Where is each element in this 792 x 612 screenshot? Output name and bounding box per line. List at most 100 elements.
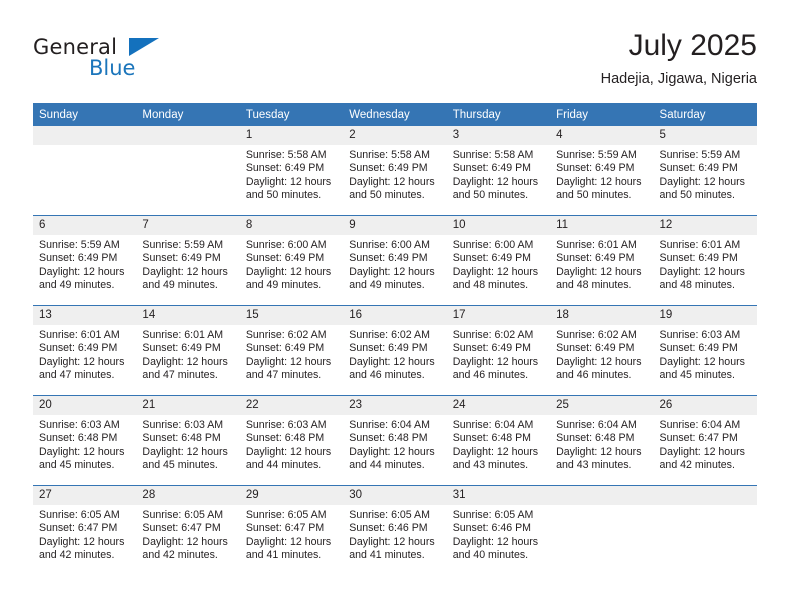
- calendar-day-cell[interactable]: 28 Sunrise: 6:05 AM Sunset: 6:47 PM Dayligh…: [136, 485, 240, 575]
- calendar-day-cell[interactable]: 15 Sunrise: 6:02 AM Sunset: 6:49 PM Dayligh…: [239, 305, 344, 396]
- day-sunrise-text: Sunrise: 6:01 AM: [142, 329, 224, 341]
- calendar-day-cell[interactable]: 11 Sunrise: 6:01 AM Sunset: 6:49 PM Dayligh…: [550, 215, 654, 306]
- calendar-day-cell[interactable]: 14 Sunrise: 6:01 AM Sunset: 6:49 PM Dayligh…: [136, 305, 240, 396]
- day-number: 10: [446, 216, 551, 235]
- calendar-day-cell[interactable]: 8 Sunrise: 6:00 AM Sunset: 6:49 PM Daylight…: [239, 215, 344, 306]
- calendar-day-cell[interactable]: 16 Sunrise: 6:02 AM Sunset: 6:49 PM Dayligh…: [343, 305, 447, 396]
- day-details: Sunrise: 6:00 AM Sunset: 6:49 PM Daylight:…: [240, 235, 343, 293]
- day-sunrise-text: Sunrise: 6:02 AM: [349, 329, 430, 341]
- calendar-day-cell[interactable]: 13 Sunrise: 6:01 AM Sunset: 6:49 PM Dayligh…: [33, 305, 137, 396]
- calendar-day-cell[interactable]: 22 Sunrise: 6:03 AM Sunset: 6:48 PM Dayligh…: [239, 395, 344, 486]
- day-sunrise-text: Sunrise: 6:05 AM: [142, 509, 224, 521]
- day-sunrise-text: Sunrise: 6:05 AM: [39, 509, 120, 521]
- calendar-day-cell[interactable]: 5 Sunrise: 5:59 AM Sunset: 6:49 PM Daylight…: [653, 126, 757, 216]
- day-daylight-line2-text: and 43 minutes.: [452, 459, 529, 472]
- day-daylight-line1-text: Daylight: 12 hours: [349, 175, 435, 188]
- day-number: [33, 126, 137, 145]
- calendar-day-cell[interactable]: 18 Sunrise: 6:02 AM Sunset: 6:49 PM Dayligh…: [550, 305, 654, 396]
- day-details: Sunrise: 6:00 AM Sunset: 6:49 PM Daylight:…: [343, 235, 446, 293]
- calendar-day-cell[interactable]: 17 Sunrise: 6:02 AM Sunset: 6:49 PM Dayligh…: [446, 305, 551, 396]
- day-sunset-text: Sunset: 6:49 PM: [452, 342, 532, 355]
- calendar-day-cell[interactable]: 26 Sunrise: 6:04 AM Sunset: 6:47 PM Dayligh…: [653, 395, 757, 486]
- day-sunset-text: Sunset: 6:49 PM: [659, 342, 738, 355]
- day-daylight-line1-text: Daylight: 12 hours: [556, 355, 642, 368]
- day-details: Sunrise: 6:05 AM Sunset: 6:46 PM Daylight:…: [343, 505, 446, 563]
- day-details: Sunrise: 6:03 AM Sunset: 6:48 PM Daylight:…: [136, 415, 239, 473]
- day-sunset-text: Sunset: 6:49 PM: [245, 252, 325, 265]
- day-daylight-line2-text: and 46 minutes.: [452, 369, 529, 382]
- day-details: Sunrise: 6:03 AM Sunset: 6:48 PM Daylight:…: [240, 415, 343, 473]
- day-sunset-text: Sunset: 6:48 PM: [39, 432, 118, 445]
- day-sunrise-text: Sunrise: 5:58 AM: [245, 149, 327, 161]
- day-sunset-text: Sunset: 6:49 PM: [245, 162, 325, 175]
- day-number: 24: [446, 396, 551, 415]
- day-cell-inner: [653, 486, 757, 575]
- calendar-day-cell[interactable]: 25 Sunrise: 6:04 AM Sunset: 6:48 PM Dayligh…: [550, 395, 654, 486]
- calendar-day-cell[interactable]: 1 Sunrise: 5:58 AM Sunset: 6:49 PM Daylight…: [239, 126, 344, 216]
- day-sunrise-text: Sunrise: 6:02 AM: [452, 329, 534, 341]
- day-number: 16: [343, 306, 447, 325]
- day-cell-inner: 19 Sunrise: 6:03 AM Sunset: 6:49 PM Dayligh…: [653, 306, 757, 395]
- day-details: Sunrise: 5:58 AM Sunset: 6:49 PM Daylight:…: [343, 145, 446, 203]
- day-daylight-line1-text: Daylight: 12 hours: [659, 445, 745, 458]
- day-sunset-text: Sunset: 6:47 PM: [142, 522, 221, 535]
- day-cell-inner: [550, 486, 654, 575]
- calendar-day-cell[interactable]: 12 Sunrise: 6:01 AM Sunset: 6:49 PM Dayligh…: [653, 215, 757, 306]
- weekday-header-sunday: Sunday: [33, 103, 137, 126]
- day-daylight-line2-text: and 50 minutes.: [245, 189, 322, 202]
- page-header: General Blue July 2025 Hadejia, Jigawa, …: [33, 28, 757, 98]
- day-number: 7: [136, 216, 240, 235]
- day-details: Sunrise: 6:02 AM Sunset: 6:49 PM Daylight:…: [343, 325, 446, 383]
- day-daylight-line2-text: and 46 minutes.: [556, 369, 632, 382]
- day-daylight-line1-text: Daylight: 12 hours: [556, 175, 642, 188]
- calendar-day-cell[interactable]: 9 Sunrise: 6:00 AM Sunset: 6:49 PM Daylight…: [343, 215, 447, 306]
- day-number: 26: [653, 396, 757, 415]
- day-daylight-line1-text: Daylight: 12 hours: [349, 265, 435, 278]
- calendar-day-cell-empty: [550, 485, 654, 575]
- day-cell-inner: 21 Sunrise: 6:03 AM Sunset: 6:48 PM Dayligh…: [136, 396, 240, 485]
- calendar-day-cell[interactable]: 27 Sunrise: 6:05 AM Sunset: 6:47 PM Dayligh…: [33, 485, 137, 575]
- calendar-day-cell[interactable]: 24 Sunrise: 6:04 AM Sunset: 6:48 PM Dayligh…: [446, 395, 551, 486]
- day-daylight-line2-text: and 45 minutes.: [39, 459, 115, 472]
- day-daylight-line2-text: and 43 minutes.: [556, 459, 632, 472]
- calendar-day-cell[interactable]: 30 Sunrise: 6:05 AM Sunset: 6:46 PM Dayligh…: [343, 485, 447, 575]
- calendar-day-cell[interactable]: 6 Sunrise: 5:59 AM Sunset: 6:49 PM Daylight…: [33, 215, 137, 306]
- day-daylight-line1-text: Daylight: 12 hours: [142, 355, 228, 368]
- day-sunrise-text: Sunrise: 6:03 AM: [245, 419, 327, 431]
- day-details: Sunrise: 6:05 AM Sunset: 6:46 PM Daylight:…: [447, 505, 550, 563]
- day-cell-inner: 3 Sunrise: 5:58 AM Sunset: 6:49 PM Daylight…: [446, 126, 551, 215]
- day-daylight-line1-text: Daylight: 12 hours: [452, 535, 539, 548]
- calendar-day-cell[interactable]: 31 Sunrise: 6:05 AM Sunset: 6:46 PM Dayligh…: [446, 485, 551, 575]
- calendar-day-cell-empty: [653, 485, 757, 575]
- calendar-day-cell[interactable]: 19 Sunrise: 6:03 AM Sunset: 6:49 PM Dayligh…: [653, 305, 757, 396]
- calendar-day-cell[interactable]: 7 Sunrise: 5:59 AM Sunset: 6:49 PM Daylight…: [136, 215, 240, 306]
- calendar-day-cell[interactable]: 29 Sunrise: 6:05 AM Sunset: 6:47 PM Dayligh…: [239, 485, 344, 575]
- calendar-day-cell[interactable]: 20 Sunrise: 6:03 AM Sunset: 6:48 PM Dayligh…: [33, 395, 137, 486]
- day-sunrise-text: Sunrise: 5:59 AM: [39, 239, 120, 251]
- day-number: 23: [343, 396, 447, 415]
- weekday-header-tuesday: Tuesday: [239, 103, 344, 126]
- calendar-day-cell[interactable]: 21 Sunrise: 6:03 AM Sunset: 6:48 PM Dayligh…: [136, 395, 240, 486]
- calendar-day-cell[interactable]: 3 Sunrise: 5:58 AM Sunset: 6:49 PM Daylight…: [446, 126, 551, 216]
- day-sunset-text: Sunset: 6:49 PM: [556, 342, 635, 355]
- day-cell-inner: 26 Sunrise: 6:04 AM Sunset: 6:47 PM Dayligh…: [653, 396, 757, 485]
- day-sunset-text: Sunset: 6:48 PM: [349, 432, 428, 445]
- day-daylight-line1-text: Daylight: 12 hours: [39, 535, 125, 548]
- page-title: July 2025: [628, 29, 757, 62]
- calendar-day-cell[interactable]: 23 Sunrise: 6:04 AM Sunset: 6:48 PM Dayligh…: [343, 395, 447, 486]
- day-daylight-line1-text: Daylight: 12 hours: [349, 355, 435, 368]
- day-number: 2: [343, 126, 447, 145]
- calendar-day-cell[interactable]: 10 Sunrise: 6:00 AM Sunset: 6:49 PM Dayligh…: [446, 215, 551, 306]
- day-cell-inner: 14 Sunrise: 6:01 AM Sunset: 6:49 PM Dayligh…: [136, 306, 240, 395]
- day-sunrise-text: Sunrise: 6:01 AM: [659, 239, 741, 251]
- day-sunset-text: Sunset: 6:49 PM: [349, 342, 428, 355]
- day-daylight-line1-text: Daylight: 12 hours: [245, 175, 332, 188]
- day-details: Sunrise: 6:01 AM Sunset: 6:49 PM Daylight:…: [33, 325, 136, 383]
- calendar-day-cell[interactable]: 4 Sunrise: 5:59 AM Sunset: 6:49 PM Daylight…: [550, 126, 654, 216]
- day-number: 11: [550, 216, 654, 235]
- calendar-day-cell[interactable]: 2 Sunrise: 5:58 AM Sunset: 6:49 PM Daylight…: [343, 126, 447, 216]
- day-daylight-line2-text: and 50 minutes.: [349, 189, 425, 202]
- calendar-page: General Blue July 2025 Hadejia, Jigawa, …: [0, 0, 792, 612]
- day-sunrise-text: Sunrise: 6:02 AM: [556, 329, 637, 341]
- day-daylight-line2-text: and 50 minutes.: [659, 189, 735, 202]
